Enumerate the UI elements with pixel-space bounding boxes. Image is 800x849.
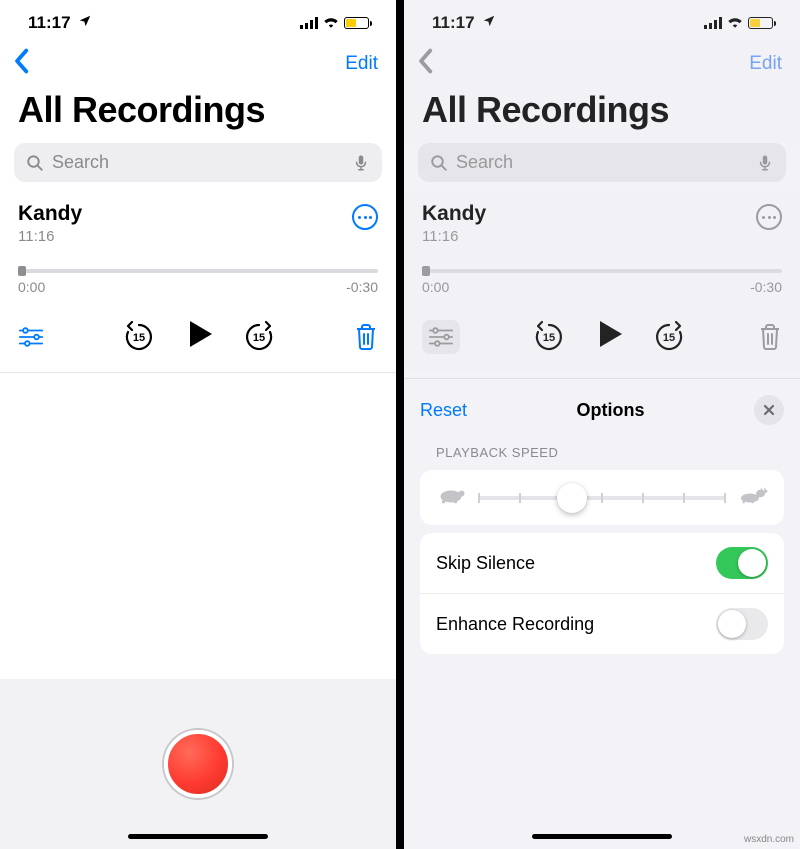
- options-sheet: Reset Options PLAYBACK SPEED: [404, 378, 800, 849]
- record-footer: [0, 679, 396, 849]
- elapsed-time: 0:00: [18, 279, 45, 295]
- enhance-recording-row: Enhance Recording: [420, 593, 784, 654]
- skip-back-button[interactable]: 15: [122, 320, 156, 354]
- wifi-icon: [322, 13, 340, 33]
- reset-button[interactable]: Reset: [420, 400, 467, 421]
- home-indicator[interactable]: [532, 834, 672, 839]
- battery-icon: [344, 17, 372, 29]
- scrubber-thumb: [422, 266, 430, 276]
- home-indicator[interactable]: [128, 834, 268, 839]
- search-input[interactable]: Search: [14, 143, 382, 182]
- skip-silence-toggle[interactable]: [716, 547, 768, 579]
- remaining-time: -0:30: [750, 279, 782, 295]
- location-icon: [482, 13, 496, 33]
- edit-button[interactable]: Edit: [345, 53, 378, 75]
- status-time: 11:17: [432, 13, 496, 33]
- section-label: PLAYBACK SPEED: [404, 435, 800, 466]
- speed-slider[interactable]: [478, 496, 726, 500]
- skip-back-button: 15: [532, 320, 566, 354]
- watermark: wsxdn.com: [744, 834, 794, 845]
- back-button[interactable]: [12, 48, 30, 79]
- elapsed-time: 0:00: [422, 279, 449, 295]
- more-options-button: [756, 204, 782, 230]
- delete-button: [758, 323, 782, 351]
- search-placeholder: Search: [52, 152, 344, 173]
- scrubber-thumb[interactable]: [18, 266, 26, 276]
- wifi-icon: [726, 13, 744, 33]
- fast-icon: [738, 484, 768, 511]
- recording-title: Kandy: [422, 202, 486, 226]
- delete-button[interactable]: [354, 323, 378, 351]
- back-button: [416, 48, 434, 79]
- page-title: All Recordings: [0, 83, 396, 143]
- dictation-icon: [756, 154, 774, 172]
- play-button[interactable]: [182, 317, 216, 356]
- voice-memos-screen: 11:17 Edit All Recordings Search: [0, 0, 396, 849]
- play-button: [592, 317, 626, 356]
- status-bar: 11:17: [404, 0, 800, 40]
- nav-bar: Edit: [404, 40, 800, 83]
- skip-silence-row: Skip Silence: [420, 533, 784, 593]
- dictation-icon[interactable]: [352, 154, 370, 172]
- search-input: Search: [418, 143, 786, 182]
- slow-icon: [436, 484, 466, 511]
- sheet-title: Options: [577, 400, 645, 421]
- speed-thumb[interactable]: [557, 483, 587, 513]
- recording-timestamp: 11:16: [18, 228, 82, 245]
- voice-memos-screen-options: 11:17 Edit All Recordings Search: [396, 0, 800, 849]
- recording-title: Kandy: [18, 202, 82, 226]
- search-icon: [430, 154, 448, 172]
- remaining-time: -0:30: [346, 279, 378, 295]
- enhance-recording-toggle[interactable]: [716, 608, 768, 640]
- playback-options-button: [422, 320, 460, 354]
- battery-icon: [748, 17, 776, 29]
- edit-button: Edit: [749, 53, 782, 75]
- signal-icon: [300, 17, 318, 29]
- record-button[interactable]: [164, 730, 232, 798]
- close-button[interactable]: [754, 395, 784, 425]
- status-time: 11:17: [28, 13, 92, 33]
- playback-speed-card: [420, 470, 784, 525]
- options-rows: Skip Silence Enhance Recording: [420, 533, 784, 654]
- playback-controls: 15 15: [404, 301, 800, 372]
- enhance-recording-label: Enhance Recording: [436, 614, 594, 635]
- skip-silence-label: Skip Silence: [436, 553, 535, 574]
- search-icon: [26, 154, 44, 172]
- page-title: All Recordings: [404, 83, 800, 143]
- playback-options-button[interactable]: [18, 326, 44, 348]
- recording-item[interactable]: Kandy 11:16: [0, 190, 396, 251]
- recording-item: Kandy 11:16: [404, 190, 800, 251]
- status-bar: 11:17: [0, 0, 396, 40]
- location-icon: [78, 13, 92, 33]
- recording-timestamp: 11:16: [422, 228, 486, 245]
- skip-forward-button[interactable]: 15: [242, 320, 276, 354]
- more-options-button[interactable]: [352, 204, 378, 230]
- playback-scrubber[interactable]: 0:00 -0:30: [0, 251, 396, 301]
- nav-bar: Edit: [0, 40, 396, 83]
- playback-controls: 15 15: [0, 301, 396, 373]
- signal-icon: [704, 17, 722, 29]
- playback-scrubber: 0:00 -0:30: [404, 251, 800, 301]
- skip-forward-button: 15: [652, 320, 686, 354]
- search-placeholder: Search: [456, 152, 748, 173]
